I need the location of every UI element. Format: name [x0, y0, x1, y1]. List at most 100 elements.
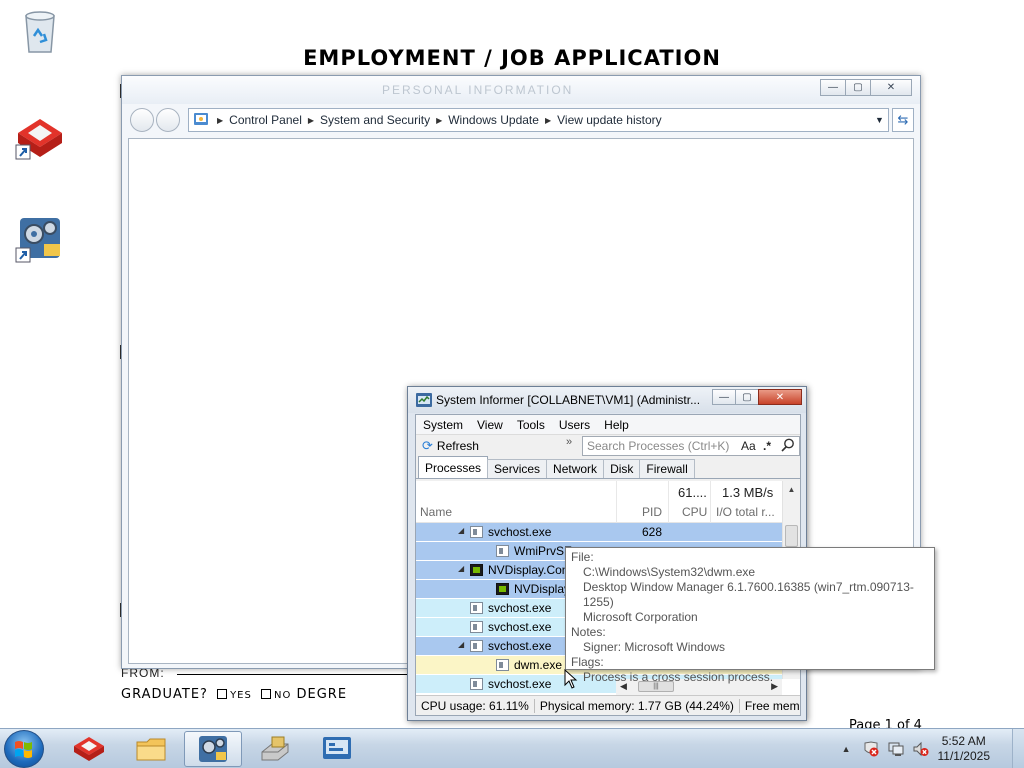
recycle-bin-icon[interactable]: [12, 4, 68, 56]
tooltip-path: C:\Windows\System32\dwm.exe: [583, 565, 756, 579]
taskbar: ▲ 5:52 AM 11/1/2025: [0, 728, 1024, 768]
close-button[interactable]: ✕: [870, 79, 912, 96]
process-name: svchost.exe: [488, 639, 552, 653]
ghost-document-header: PERSONAL INFORMATION: [382, 83, 574, 97]
column-io-total[interactable]: I/O total r...: [716, 505, 775, 519]
si-maximize-button[interactable]: ▢: [735, 389, 759, 405]
forward-button[interactable]: [156, 108, 180, 132]
menu-tools[interactable]: Tools: [510, 418, 552, 432]
yes-label: YES: [230, 690, 252, 701]
scroll-up-icon[interactable]: ▲: [783, 481, 800, 494]
process-tooltip: File: C:\Windows\System32\dwm.exe Deskto…: [565, 547, 935, 684]
show-desktop-button[interactable]: [1012, 729, 1024, 768]
breadcrumb-control-panel[interactable]: Control Panel: [229, 113, 302, 127]
tooltip-signer: Signer: Microsoft Windows: [583, 640, 726, 654]
expand-toggle-icon[interactable]: ◢: [458, 564, 464, 573]
taskbar-red-app-button[interactable]: [60, 731, 118, 767]
start-button[interactable]: [4, 730, 44, 768]
status-cpu-usage: CPU usage: 61.11%: [416, 698, 535, 713]
process-row[interactable]: ◢ svchost.exe 628: [416, 523, 782, 542]
column-pid[interactable]: PID: [642, 505, 662, 519]
system-informer-title: System Informer [COLLABNET\VM1] (Adminis…: [436, 393, 701, 407]
taskbar-drive-app-button[interactable]: [246, 731, 304, 767]
breadcrumb-chevron-icon: ▶: [217, 115, 224, 125]
io-total-value: 1.3 MB/s: [722, 485, 774, 500]
match-case-toggle[interactable]: Aa: [741, 439, 756, 453]
minimize-button[interactable]: —: [820, 79, 846, 96]
process-name: svchost.exe: [488, 620, 552, 634]
show-hidden-icons-icon[interactable]: ▲: [842, 744, 851, 754]
red-app-icon: [74, 737, 104, 761]
control-panel-shortcut-icon[interactable]: [12, 212, 68, 264]
search-placeholder: Search Processes (Ctrl+K): [587, 439, 730, 453]
system-informer-icon: [323, 737, 351, 759]
menu-help[interactable]: Help: [597, 418, 636, 432]
taskbar-control-panel-button[interactable]: [184, 731, 242, 767]
process-name: dwm.exe: [514, 658, 563, 672]
refresh-button[interactable]: ⟳ Refresh: [416, 438, 479, 454]
window-icon: [496, 659, 509, 671]
window-icon: [470, 678, 483, 690]
clock[interactable]: 5:52 AM 11/1/2025: [938, 734, 991, 764]
breadcrumb-windows-update[interactable]: Windows Update: [448, 113, 539, 127]
no-checkbox[interactable]: [261, 689, 271, 699]
breadcrumb-system-security[interactable]: System and Security: [320, 113, 430, 127]
action-center-warning-icon[interactable]: [863, 741, 879, 757]
tooltip-flags-label: Flags:: [571, 655, 604, 669]
red-app-shortcut-icon[interactable]: [12, 110, 68, 162]
tooltip-file-label: File:: [571, 550, 594, 564]
process-pid: 628: [642, 525, 663, 539]
regex-toggle[interactable]: .*: [763, 439, 771, 453]
yes-checkbox[interactable]: [217, 689, 228, 699]
volume-muted-icon[interactable]: [913, 741, 929, 757]
maximize-button[interactable]: ▢: [845, 79, 871, 96]
menu-system[interactable]: System: [416, 418, 470, 432]
taskbar-system-informer-button[interactable]: [308, 731, 366, 767]
tab-services[interactable]: Services: [487, 459, 548, 478]
status-physical-memory: Physical memory: 1.77 GB (44.24%): [535, 698, 740, 713]
vertical-scroll-thumb[interactable]: [785, 525, 798, 547]
folder-icon: [136, 738, 166, 761]
search-icon[interactable]: [781, 438, 795, 455]
address-bar[interactable]: ▶ Control Panel ▶ System and Security ▶ …: [188, 108, 889, 132]
search-processes-input[interactable]: Search Processes (Ctrl+K) Aa .*: [582, 436, 800, 456]
address-dropdown-icon[interactable]: ▼: [870, 115, 888, 125]
status-free-memory: Free memo: [744, 698, 800, 713]
address-refresh-icon[interactable]: ⇆: [892, 108, 914, 132]
column-separator: [616, 481, 617, 523]
windows-logo-icon: [15, 741, 32, 758]
explorer-titlebar[interactable]: PERSONAL INFORMATION — ▢ ✕: [122, 76, 920, 104]
clock-time: 5:52 AM: [941, 734, 986, 748]
cpu-total-value: 61....: [678, 485, 707, 500]
tab-disk[interactable]: Disk: [603, 459, 641, 478]
system-informer-titlebar[interactable]: System Informer [COLLABNET\VM1] (Adminis…: [408, 387, 806, 413]
tab-network[interactable]: Network: [546, 459, 605, 478]
tooltip-description: Desktop Window Manager 6.1.7600.16385 (w…: [583, 580, 914, 609]
toolbar-overflow-chevron-icon[interactable]: »: [566, 436, 572, 448]
si-minimize-button[interactable]: —: [712, 389, 736, 405]
breadcrumb-update-history[interactable]: View update history: [557, 113, 662, 127]
breadcrumb-chevron-icon: ▶: [436, 115, 443, 125]
tab-processes[interactable]: Processes: [418, 456, 489, 478]
back-button[interactable]: [130, 108, 154, 132]
process-name: svchost.exe: [488, 677, 552, 691]
refresh-label: Refresh: [436, 439, 479, 453]
si-close-button[interactable]: ✕: [758, 389, 802, 405]
menu-users[interactable]: Users: [552, 418, 597, 432]
system-tray: ▲ 5:52 AM 11/1/2025: [842, 729, 1024, 768]
window-icon: [470, 640, 483, 652]
network-status-icon[interactable]: [888, 741, 904, 757]
column-header: Name PID 61.... CPU 1.3 MB/s I/O total r…: [416, 481, 782, 523]
column-name[interactable]: Name: [420, 505, 452, 519]
menu-view[interactable]: View: [470, 418, 510, 432]
mouse-cursor-icon: [564, 669, 578, 689]
window-icon: [496, 545, 509, 557]
taskbar-explorer-button[interactable]: [122, 731, 180, 767]
expand-toggle-icon[interactable]: ◢: [458, 640, 464, 649]
column-cpu[interactable]: CPU: [682, 505, 707, 519]
drive-icon: [261, 736, 289, 761]
breadcrumb-chevron-icon: ▶: [307, 115, 315, 125]
system-informer-app-icon: [416, 393, 432, 407]
expand-toggle-icon[interactable]: ◢: [458, 526, 464, 535]
tab-firewall[interactable]: Firewall: [639, 459, 695, 478]
